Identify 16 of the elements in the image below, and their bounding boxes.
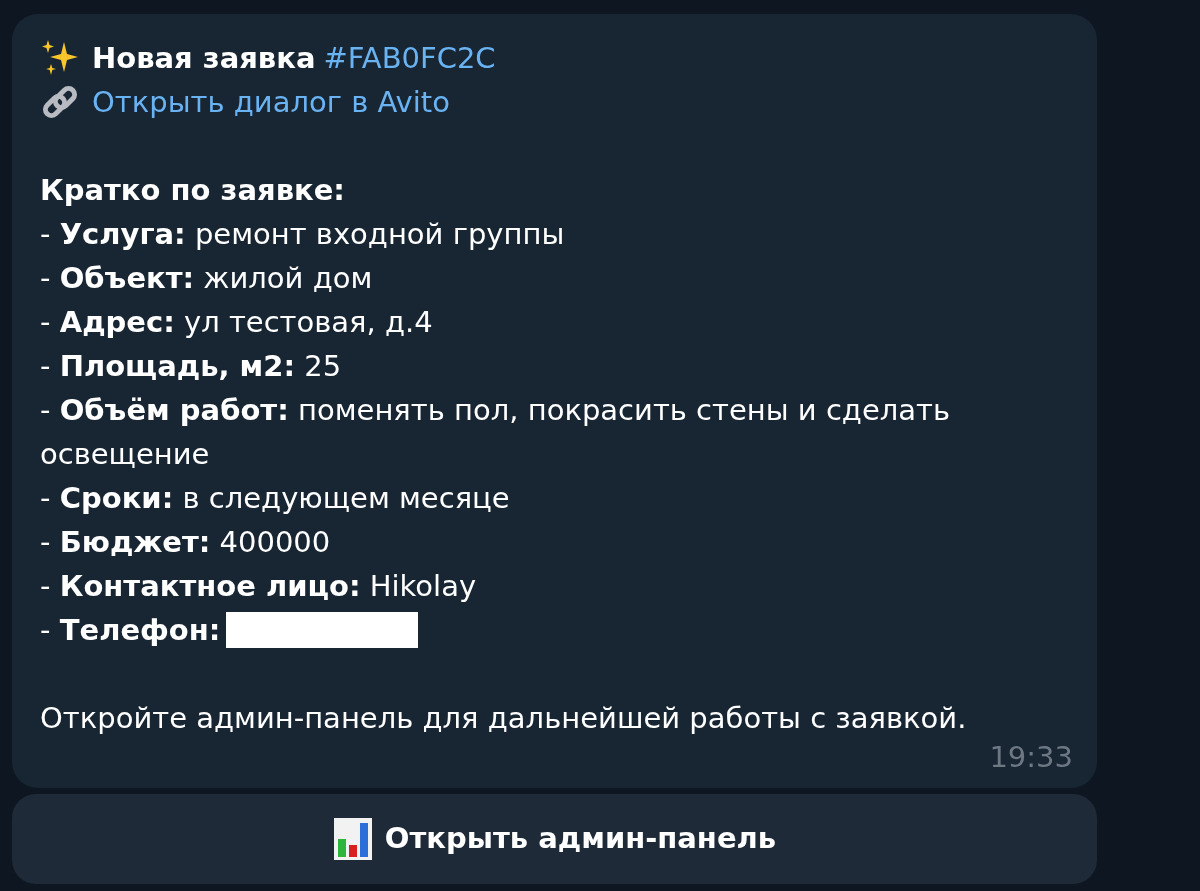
message-time: 19:33: [989, 740, 1073, 774]
summary-heading: Кратко по заявке:: [40, 172, 346, 209]
detail-line: - Сроки: в следующем месяце: [40, 480, 510, 517]
message-title: Новая заявка: [92, 40, 316, 77]
detail-line: - Телефон:: [40, 612, 221, 649]
detail-line: - Контактное лицо: Hikolay: [40, 568, 477, 605]
admin-panel-button[interactable]: Открыть админ-панель: [12, 794, 1097, 884]
avito-dialog-link[interactable]: Открыть диалог в Avito: [92, 80, 450, 124]
detail-line: - Услуга: ремонт входной группы: [40, 216, 565, 253]
bar-chart-icon: [332, 817, 373, 861]
detail-line: - Бюджет: 400000: [40, 524, 331, 561]
detail-line: - Площадь, м2: 25: [40, 348, 342, 385]
hashtag-link[interactable]: #FAB0FC2C: [323, 36, 496, 80]
footer-text: Откройте админ-панель для дальнейшей работы с заявкой.: [40, 700, 968, 737]
detail-line: - Объект: жилой дом: [40, 260, 373, 297]
detail-line: - Адрес: ул тестовая, д.4: [40, 304, 433, 341]
